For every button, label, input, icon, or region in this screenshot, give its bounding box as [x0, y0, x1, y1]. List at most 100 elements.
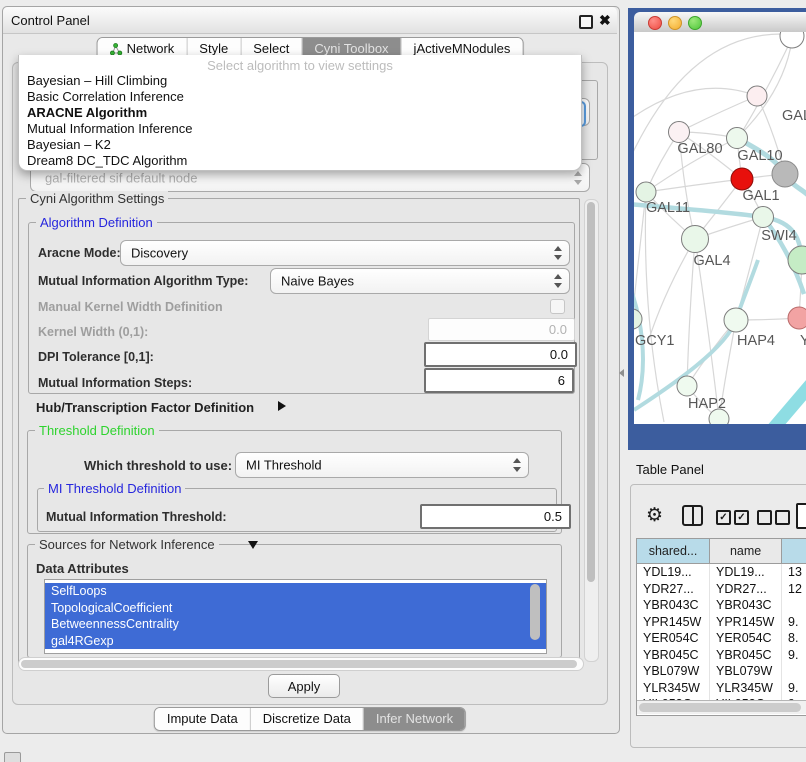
aracne-mode-combo[interactable]: Discovery	[120, 240, 570, 266]
cell[interactable]: 9.	[782, 647, 806, 664]
cell[interactable]: YER054C	[710, 630, 782, 647]
close-icon[interactable]: ✖	[599, 12, 611, 29]
cell[interactable]: 8.	[782, 630, 806, 647]
data-attributes-list[interactable]: SelfLoops TopologicalCoefficient Between…	[44, 579, 547, 654]
table-hscrollbar[interactable]	[637, 700, 806, 714]
cell[interactable]: YBR043C	[637, 597, 710, 614]
cell[interactable]: YDR27...	[637, 581, 710, 598]
column-header-shared-name[interactable]: shared...	[637, 539, 710, 563]
cell[interactable]: YER054C	[637, 630, 710, 647]
cell[interactable]: YPR145W	[637, 614, 710, 631]
network-node-hap4[interactable]	[724, 308, 748, 332]
cell[interactable]: YPR145W	[710, 614, 782, 631]
network-view-canvas[interactable]: GAL GAL80 GAL10 GAL1 GAL11 SWI4 GAL4 GCY…	[634, 32, 806, 424]
table-row[interactable]: YBL079WYBL079W	[637, 663, 806, 680]
dpi-tolerance-field[interactable]: 0.0	[424, 342, 577, 367]
cell[interactable]: YBL079W	[637, 663, 710, 680]
unchecked-checkbox-icon[interactable]	[757, 510, 772, 525]
column-header-partial[interactable]	[782, 539, 806, 563]
settings-scrollbar[interactable]	[584, 199, 599, 662]
cell[interactable]	[782, 663, 806, 680]
manual-kernel-checkbox[interactable]	[550, 299, 565, 314]
algorithm-option[interactable]: Dream8 DC_TDC Algorithm	[19, 153, 581, 169]
network-node-gal11[interactable]	[636, 182, 656, 202]
network-node-gal10[interactable]	[727, 128, 748, 149]
table-row[interactable]: YBR045CYBR045C9.	[637, 647, 806, 664]
tab-discretize-data[interactable]: Discretize Data	[250, 708, 363, 730]
cell[interactable]	[782, 597, 806, 614]
network-node[interactable]	[780, 32, 804, 48]
cell[interactable]: YBR045C	[637, 647, 710, 664]
cell[interactable]: 9.	[782, 680, 806, 697]
attribute-item-selected[interactable]: gal4RGexp	[45, 633, 546, 650]
algorithm-option[interactable]: Basic Correlation Inference	[19, 89, 581, 105]
table-row[interactable]: YDL19...YDL19...13	[637, 564, 806, 581]
which-threshold-combo[interactable]: MI Threshold	[235, 452, 529, 478]
new-table-icon[interactable]	[796, 503, 806, 529]
cell[interactable]: YBL079W	[710, 663, 782, 680]
cell[interactable]: YBR043C	[710, 597, 782, 614]
column-header-name[interactable]: name	[710, 539, 782, 563]
tab-infer-network[interactable]: Infer Network	[363, 708, 465, 730]
minimized-panel-icon[interactable]	[4, 752, 21, 762]
mi-threshold-field[interactable]: 0.5	[420, 504, 571, 529]
checked-checkbox-icon[interactable]: ✓	[716, 510, 731, 525]
mi-type-combo[interactable]: Naive Bayes	[270, 268, 570, 294]
network-node-swi4[interactable]	[753, 207, 774, 228]
gear-icon[interactable]: ⚙	[646, 506, 663, 525]
attribute-item-selected[interactable]: BetweennessCentrality	[45, 616, 546, 633]
cell[interactable]: YLR345W	[637, 680, 710, 697]
table-row[interactable]: YBR043CYBR043C	[637, 597, 806, 614]
network-node-hap2[interactable]	[677, 376, 697, 396]
mi-steps-field[interactable]: 6	[424, 368, 574, 393]
hub-section-label[interactable]: Hub/Transcription Factor Definition	[36, 400, 254, 415]
attribute-item-selected[interactable]: TopologicalCoefficient	[45, 600, 546, 617]
cell[interactable]: 12	[782, 581, 806, 598]
cell[interactable]: YLR345W	[710, 680, 782, 697]
table-row[interactable]: YER054CYER054C8.	[637, 630, 806, 647]
algorithm-option[interactable]: Bayesian – Hill Climbing	[19, 73, 581, 89]
apply-button[interactable]: Apply	[268, 674, 340, 698]
cell[interactable]: YBR045C	[710, 647, 782, 664]
unchecked-checkbox-icon[interactable]	[775, 510, 790, 525]
network-node[interactable]	[788, 307, 806, 329]
expand-arrow-icon[interactable]	[278, 401, 286, 411]
which-threshold-label: Which threshold to use:	[84, 458, 232, 473]
network-node[interactable]	[747, 86, 767, 106]
attributes-scrollbar-thumb[interactable]	[530, 584, 540, 640]
checked-checkbox-icon[interactable]: ✓	[734, 510, 749, 525]
cell[interactable]: 13	[782, 564, 806, 581]
minimize-traffic-light-icon[interactable]	[668, 16, 682, 30]
algorithm-option-selected[interactable]: ARACNE Algorithm	[19, 105, 581, 121]
table-row[interactable]: YLR345WYLR345W9.	[637, 680, 806, 697]
split-view-icon[interactable]	[682, 505, 703, 526]
network-node-gal80[interactable]	[669, 122, 690, 143]
zoom-traffic-light-icon[interactable]	[688, 16, 702, 30]
network-window-titlebar[interactable]	[634, 12, 806, 33]
settings-hscrollbar[interactable]	[18, 657, 584, 671]
float-window-icon[interactable]	[579, 15, 593, 29]
network-node-gal4[interactable]	[682, 226, 709, 253]
network-node[interactable]	[788, 246, 806, 274]
cell[interactable]: 9.	[782, 614, 806, 631]
table-row[interactable]: YPR145WYPR145W9.	[637, 614, 806, 631]
splitter-collapse-icon[interactable]	[619, 369, 624, 377]
algorithm-option[interactable]: Mutual Information Inference	[19, 121, 581, 137]
settings-hscrollbar-thumb[interactable]	[21, 660, 577, 668]
attribute-item-selected[interactable]: SelfLoops	[45, 583, 546, 600]
cell[interactable]: YDL19...	[637, 564, 710, 581]
table-row[interactable]: YDR27...YDR27...12	[637, 581, 806, 598]
data-attributes-label: Data Attributes	[36, 561, 129, 576]
collapse-arrow-icon[interactable]	[248, 541, 258, 549]
settings-scrollbar-thumb[interactable]	[587, 202, 595, 582]
cell[interactable]: YDL19...	[710, 564, 782, 581]
cell[interactable]: YDR27...	[710, 581, 782, 598]
network-node[interactable]	[772, 161, 798, 187]
table-hscrollbar-thumb[interactable]	[639, 703, 801, 712]
stepper-arrows-icon	[554, 274, 563, 288]
tab-impute-data[interactable]: Impute Data	[155, 708, 250, 730]
node-label: GAL4	[693, 253, 730, 269]
network-node-gal1[interactable]	[731, 168, 753, 190]
algorithm-option[interactable]: Bayesian – K2	[19, 137, 581, 153]
close-traffic-light-icon[interactable]	[648, 16, 662, 30]
